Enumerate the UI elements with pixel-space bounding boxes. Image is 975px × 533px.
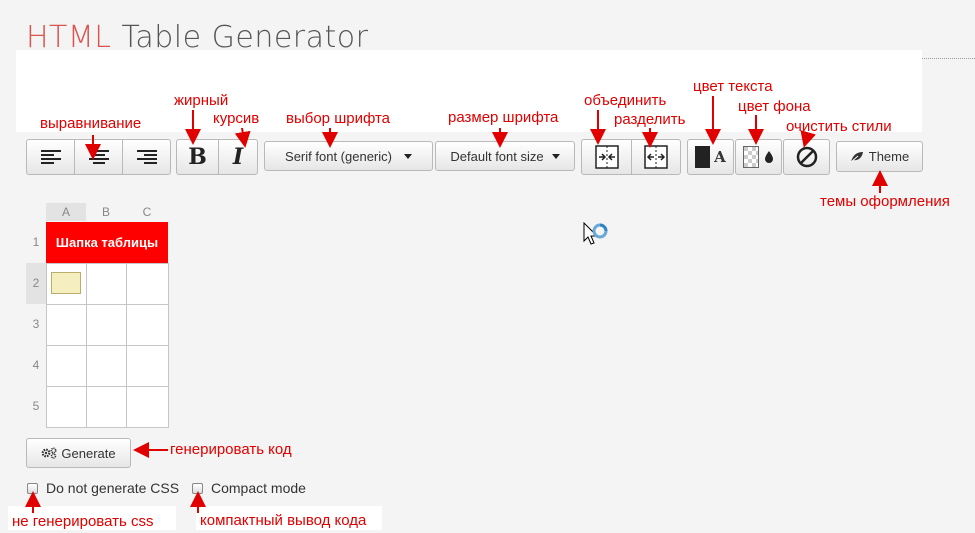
column-header-a[interactable]: A: [46, 203, 86, 221]
align-left-button[interactable]: [26, 139, 75, 175]
gears-icon: [41, 447, 57, 459]
font-size-value: Default font size: [450, 148, 544, 164]
generate-button[interactable]: Generate: [26, 438, 131, 468]
font-size-select[interactable]: Default font size: [435, 141, 575, 171]
leaf-icon: [850, 151, 863, 162]
title-divider: [922, 58, 975, 59]
merged-header-cell[interactable]: Шапка таблицы: [46, 222, 168, 263]
annotation-size: размер шрифта: [448, 109, 559, 126]
generate-label: Generate: [61, 445, 116, 461]
annotation-generate: генерировать код: [170, 441, 292, 458]
text-color-button[interactable]: A: [687, 139, 734, 175]
compact-mode-label[interactable]: Compact mode: [211, 480, 306, 496]
transparent-swatch-icon: [743, 146, 759, 168]
annotation-align: выравнивание: [40, 115, 142, 132]
row-header-1[interactable]: 1: [26, 222, 46, 263]
italic-icon: I: [232, 144, 244, 170]
align-group: [26, 139, 171, 175]
annotation-no-css: не генерировать css: [12, 513, 154, 530]
table-cell-b5[interactable]: [86, 386, 127, 428]
table-cell-c4[interactable]: [126, 345, 169, 387]
annotation-italic: курсив: [213, 110, 260, 127]
busy-cursor-icon: [583, 222, 608, 245]
bold-icon: B: [188, 144, 207, 170]
bold-button[interactable]: B: [176, 139, 219, 175]
text-color-icon: A: [714, 148, 726, 166]
split-cells-button[interactable]: [631, 139, 681, 175]
table-cell-b2[interactable]: [86, 263, 127, 305]
column-header-c[interactable]: C: [126, 203, 168, 221]
merge-cells-icon: [594, 145, 619, 169]
table-cell-a4[interactable]: [46, 345, 87, 387]
annotation-themes: темы оформления: [820, 193, 950, 210]
theme-button[interactable]: Theme: [836, 141, 923, 172]
table-cell-c5[interactable]: [126, 386, 169, 428]
annotation-compact: компактный вывод кода: [200, 512, 367, 529]
table-cell-b4[interactable]: [86, 345, 127, 387]
drop-icon: [765, 151, 773, 163]
row-header-3[interactable]: 3: [26, 304, 46, 345]
annotation-bold: жирный: [174, 92, 229, 109]
merge-group: [581, 139, 681, 175]
font-family-value: Serif font (generic): [285, 148, 392, 164]
align-right-button[interactable]: [122, 139, 171, 175]
align-center-button[interactable]: [74, 139, 123, 175]
annotation-bg-color: цвет фона: [738, 98, 811, 115]
no-css-label[interactable]: Do not generate CSS: [46, 480, 179, 496]
table-cell-c2[interactable]: [126, 263, 169, 305]
align-left-icon: [40, 150, 61, 164]
annotation-clear: очистить стили: [786, 118, 892, 135]
chevron-down-icon: [403, 153, 412, 159]
italic-button[interactable]: I: [218, 139, 258, 175]
table-cell-c3[interactable]: [126, 304, 169, 346]
annotation-text-color: цвет текста: [693, 78, 773, 95]
compact-mode-checkbox[interactable]: [192, 483, 203, 494]
align-right-icon: [136, 150, 157, 164]
table-cell-b3[interactable]: [86, 304, 127, 346]
align-center-icon: [88, 150, 109, 164]
ban-icon: [796, 146, 817, 168]
no-css-checkbox[interactable]: [27, 483, 38, 494]
annotation-split: разделить: [614, 111, 686, 128]
split-cells-icon: [644, 145, 668, 169]
clear-styles-button[interactable]: [783, 139, 830, 175]
row-header-4[interactable]: 4: [26, 345, 46, 386]
background-color-button[interactable]: [735, 139, 782, 175]
column-header-b[interactable]: B: [86, 203, 126, 221]
row-header-2[interactable]: 2: [26, 263, 46, 304]
annotation-merge: объединить: [584, 92, 667, 109]
selected-cell-highlight: [51, 272, 81, 294]
table-cell-a2[interactable]: [46, 263, 87, 305]
theme-label: Theme: [868, 149, 910, 164]
row-header-5[interactable]: 5: [26, 386, 46, 427]
annotation-font: выбор шрифта: [286, 110, 391, 127]
chevron-down-icon: [551, 153, 560, 159]
style-group: B I: [176, 139, 258, 175]
font-family-select[interactable]: Serif font (generic): [264, 141, 433, 171]
table-cell-a5[interactable]: [46, 386, 87, 428]
color-swatch-icon: [695, 146, 711, 168]
merge-cells-button[interactable]: [581, 139, 632, 175]
table-cell-a3[interactable]: [46, 304, 87, 346]
